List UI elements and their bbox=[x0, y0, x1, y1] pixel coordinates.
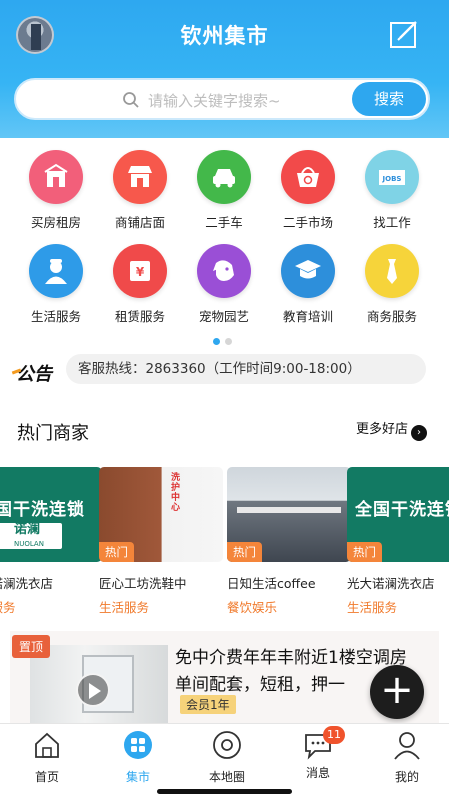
category-life-service[interactable]: 生活服务 bbox=[14, 244, 98, 325]
brand-title: 国干洗连锁 bbox=[0, 500, 85, 520]
merchant-image: 洗护中心 热门 bbox=[99, 467, 223, 562]
edit-icon[interactable] bbox=[388, 18, 420, 50]
brand-logo: 诺澜 NUOLAN bbox=[0, 523, 62, 549]
page-title: 钦州集市 bbox=[180, 24, 269, 48]
tab-home[interactable]: 首页 bbox=[12, 730, 82, 785]
basket-icon bbox=[281, 150, 335, 204]
tab-label: 首页 bbox=[34, 770, 59, 784]
category-house[interactable]: 买房租房 bbox=[14, 150, 98, 231]
hot-tag: 热门 bbox=[347, 542, 382, 562]
shop-icon bbox=[113, 150, 167, 204]
play-icon[interactable] bbox=[76, 673, 110, 707]
local-circle-icon bbox=[213, 731, 241, 759]
merchant-category: 餐饮娱乐 bbox=[227, 600, 278, 615]
category-used-car[interactable]: 二手车 bbox=[182, 150, 266, 231]
merchant-image: 热门 bbox=[227, 467, 351, 562]
category-label: 找工作 bbox=[373, 215, 411, 230]
section-title: 热门商家 bbox=[17, 423, 89, 444]
merchant-card[interactable]: 全国干洗连锁 热门 光大诺澜洗衣店 生活服务 bbox=[347, 467, 449, 616]
category-business[interactable]: 商务服务 bbox=[350, 244, 434, 325]
tab-label: 我的 bbox=[394, 770, 419, 784]
graduation-icon bbox=[281, 244, 335, 298]
hot-tag: 热门 bbox=[99, 542, 134, 562]
merchant-card[interactable]: 洗护中心 热门 匠心工坊洗鞋中 生活服务 bbox=[99, 467, 223, 616]
merchant-image: 国干洗连锁 诺澜 NUOLAN bbox=[0, 467, 102, 562]
category-label: 买房租房 bbox=[30, 215, 81, 230]
category-label: 租赁服务 bbox=[114, 309, 165, 324]
dog-icon bbox=[197, 244, 251, 298]
page-dot-active bbox=[213, 338, 220, 345]
page-indicator bbox=[213, 330, 237, 349]
category-label: 二手市场 bbox=[282, 215, 333, 230]
search-icon bbox=[123, 92, 139, 108]
tab-label: 消息 bbox=[305, 766, 330, 780]
category-shop[interactable]: 商铺店面 bbox=[98, 150, 182, 231]
tab-label: 集市 bbox=[125, 770, 150, 784]
tab-messages[interactable]: 11 消息 bbox=[283, 726, 353, 781]
notice-text[interactable]: 客服热线：2863360（工作时间9:00-18:00） bbox=[66, 354, 426, 384]
category-second-hand[interactable]: 二手市场 bbox=[266, 150, 350, 231]
category-label: 商务服务 bbox=[366, 309, 417, 324]
car-icon bbox=[197, 150, 251, 204]
notice-logo: 公告 bbox=[11, 360, 52, 386]
house-icon bbox=[29, 150, 83, 204]
merchant-name: 匠心工坊洗鞋中 bbox=[99, 576, 187, 591]
search-button[interactable]: 搜索 bbox=[352, 82, 426, 116]
svg-text:¥: ¥ bbox=[136, 265, 145, 279]
tab-label: 本地圈 bbox=[208, 770, 245, 784]
member-badge: 会员1年 bbox=[180, 695, 236, 714]
chevron-right-icon: › bbox=[411, 425, 428, 441]
hot-tag: 热门 bbox=[227, 542, 262, 562]
profile-icon bbox=[394, 732, 420, 760]
merchant-image: 全国干洗连锁 热门 bbox=[347, 467, 449, 562]
header: 钦州集市 请输入关键字搜索~ 搜索 bbox=[0, 0, 449, 138]
merchant-card[interactable]: 国干洗连锁 诺澜NUOLAN 大诺澜洗衣店 活服务 bbox=[0, 467, 102, 616]
market-icon bbox=[124, 731, 152, 759]
page-dot bbox=[225, 338, 232, 345]
home-indicator bbox=[157, 789, 292, 794]
search-input[interactable]: 请输入关键字搜索~ bbox=[148, 90, 281, 111]
category-label: 生活服务 bbox=[30, 309, 81, 324]
brand-title: 全国干洗连锁 bbox=[355, 500, 449, 520]
home-icon bbox=[35, 732, 59, 758]
ticket-icon: ¥ bbox=[113, 244, 167, 298]
category-label: 商铺店面 bbox=[114, 215, 165, 230]
category-label: 二手车 bbox=[205, 215, 243, 230]
tab-market[interactable]: 集市 bbox=[103, 730, 173, 785]
jobs-icon: JOBS bbox=[365, 150, 419, 204]
add-post-button[interactable]: + bbox=[370, 665, 424, 719]
merchant-card[interactable]: 热门 日知生活coffee 餐饮娱乐 bbox=[227, 467, 351, 616]
merchant-name: 日知生活coffee bbox=[227, 576, 316, 591]
worker-icon bbox=[29, 244, 83, 298]
category-pet-garden[interactable]: 宠物园艺 bbox=[182, 244, 266, 325]
search-bar[interactable]: 请输入关键字搜索~ 搜索 bbox=[14, 78, 430, 120]
merchant-category: 生活服务 bbox=[347, 600, 398, 615]
merchant-category: 活服务 bbox=[0, 600, 16, 615]
merchant-category: 生活服务 bbox=[99, 600, 150, 615]
category-label: 宠物园艺 bbox=[198, 309, 249, 324]
tab-profile[interactable]: 我的 bbox=[372, 730, 442, 785]
pinned-tag: 置顶 bbox=[12, 635, 51, 658]
tab-local-circle[interactable]: 本地圈 bbox=[192, 730, 262, 785]
category-label: 教育培训 bbox=[282, 309, 333, 324]
category-jobs[interactable]: JOBS 找工作 bbox=[350, 150, 434, 231]
svg-text:JOBS: JOBS bbox=[382, 175, 402, 183]
more-shops-link[interactable]: 更多好店 › bbox=[356, 418, 428, 441]
tie-icon bbox=[365, 244, 419, 298]
unread-badge: 11 bbox=[323, 726, 345, 744]
category-rental[interactable]: ¥ 租赁服务 bbox=[98, 244, 182, 325]
merchant-name: 大诺澜洗衣店 bbox=[0, 576, 54, 591]
category-education[interactable]: 教育培训 bbox=[266, 244, 350, 325]
merchant-name: 光大诺澜洗衣店 bbox=[347, 576, 435, 591]
